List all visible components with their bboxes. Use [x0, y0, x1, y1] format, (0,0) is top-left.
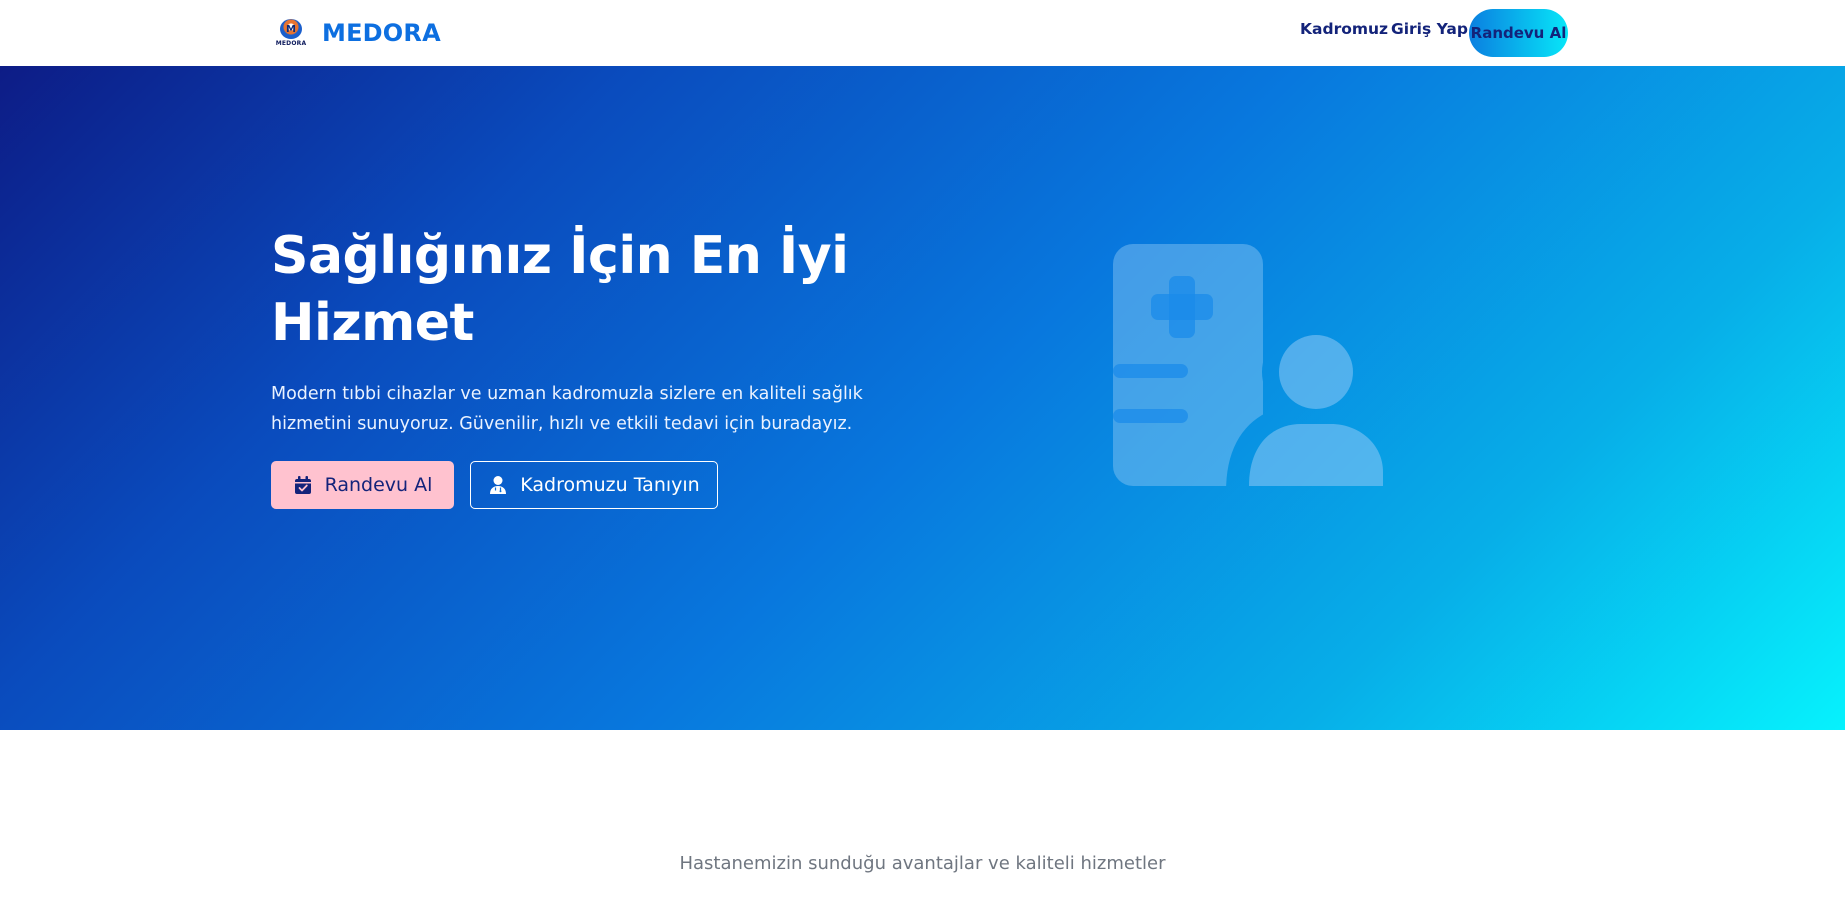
navbar: M MEDORA MEDORA Kadromuz Giriş Yap Rande… — [0, 0, 1845, 66]
nav-link-giris-yap[interactable]: Giriş Yap — [1391, 20, 1468, 38]
hero-section: Sağlığınız İçin En İyi Hizmet Modern tıb… — [0, 66, 1845, 730]
hero-staff-label: Kadromuzu Tanıyın — [520, 474, 700, 496]
hero-description: Modern tıbbi cihazlar ve uzman kadromuzl… — [271, 384, 863, 434]
hero-appointment-button[interactable]: Randevu Al — [271, 461, 454, 509]
brand[interactable]: M MEDORA MEDORA — [271, 13, 441, 53]
hero-staff-button[interactable]: Kadromuzu Tanıyın — [470, 461, 718, 509]
nav-appointment-button[interactable]: Randevu Al — [1469, 9, 1568, 57]
hero-appointment-label: Randevu Al — [324, 474, 433, 496]
medical-staff-icon — [1113, 244, 1383, 486]
calendar-check-icon — [294, 476, 311, 494]
user-doctor-icon — [490, 476, 507, 494]
logo-mark-icon: M — [280, 19, 302, 39]
brand-name[interactable]: MEDORA — [322, 19, 441, 47]
features-subtitle: Hastanemizin sunduğu avantajlar ve kalit… — [679, 853, 1166, 874]
medora-logo: M MEDORA — [271, 13, 311, 53]
hero-title: Sağlığınız İçin En İyi Hizmet — [271, 226, 849, 353]
logo-text: MEDORA — [275, 40, 307, 47]
nav-link-kadromuz[interactable]: Kadromuz — [1300, 20, 1388, 38]
